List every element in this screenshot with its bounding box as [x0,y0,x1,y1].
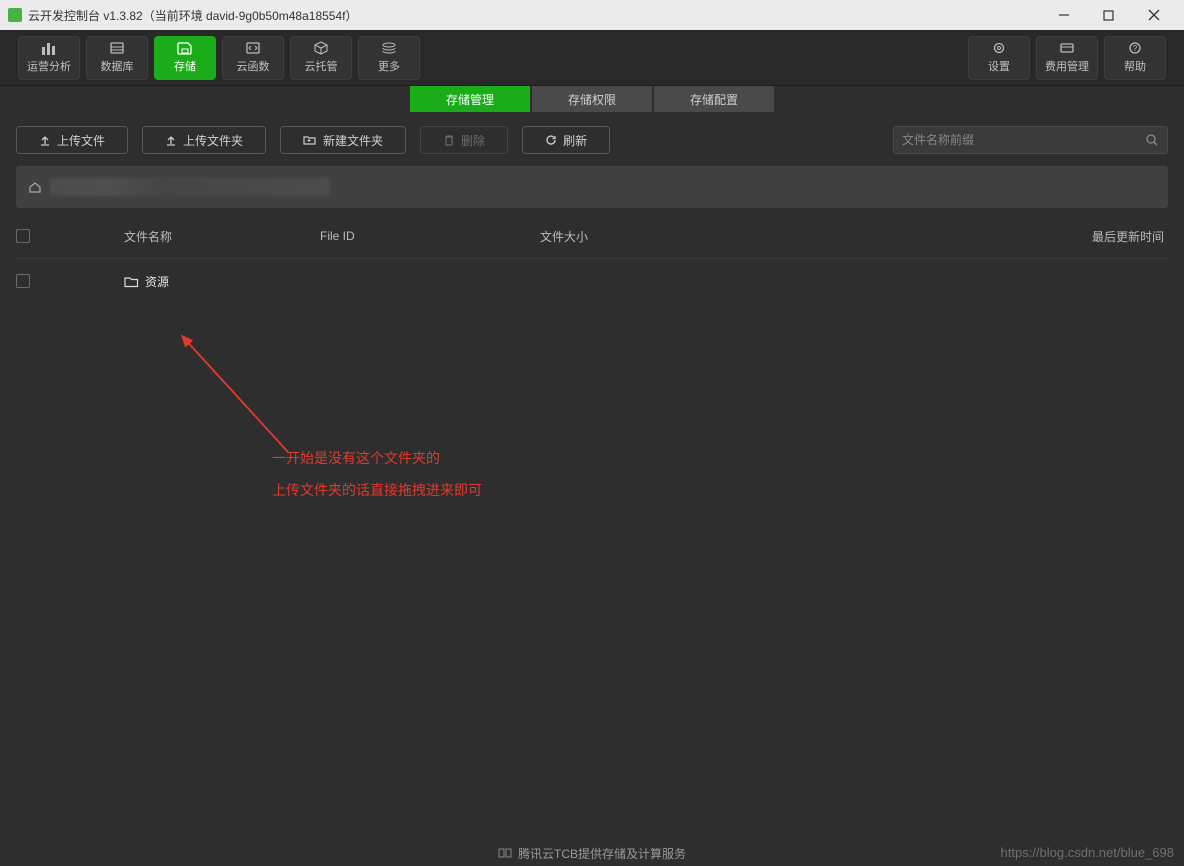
nav-more[interactable]: 更多 [358,36,420,80]
nav-analytics[interactable]: 运营分析 [18,36,80,80]
nav-billing[interactable]: 费用管理 [1036,36,1098,80]
search-input[interactable] [902,133,1145,147]
col-header-size: 文件大小 [540,228,740,245]
trash-icon [443,134,455,146]
close-button[interactable] [1131,1,1176,29]
nav-help[interactable]: ? 帮助 [1104,36,1166,80]
tencent-cloud-icon [498,846,512,860]
bar-chart-icon [41,41,57,55]
window-titlebar: 云开发控制台 v1.3.82（当前环境 david-9g0b50m48a1855… [0,0,1184,30]
maximize-button[interactable] [1086,1,1131,29]
window-title: 云开发控制台 v1.3.82（当前环境 david-9g0b50m48a1855… [28,7,357,24]
upload-icon [165,134,177,146]
help-icon: ? [1127,41,1143,55]
upload-icon [39,134,51,146]
toolbar: 上传文件 上传文件夹 新建文件夹 删除 刷新 [0,112,1184,166]
tab-storage-permission[interactable]: 存储权限 [532,86,652,112]
button-label: 刷新 [563,132,587,149]
watermark: https://blog.csdn.net/blue_698 [1001,845,1174,860]
table-row[interactable]: 资源 [0,259,1184,303]
home-icon [28,180,42,194]
nav-label: 数据库 [101,58,134,74]
app-icon [8,8,22,22]
annotation-line2: 上传文件夹的话直接拖拽进来即可 [272,480,482,500]
nav-storage[interactable]: 存储 [154,36,216,80]
database-icon [109,41,125,55]
nav-label: 费用管理 [1045,58,1089,74]
nav-label: 存储 [174,58,196,74]
stack-icon [381,41,397,55]
svg-text:?: ? [1133,44,1138,53]
nav-settings[interactable]: 设置 [968,36,1030,80]
col-header-fileid: File ID [320,229,540,243]
app-body: 运营分析 数据库 存储 云函数 [0,30,1184,866]
nav-database[interactable]: 数据库 [86,36,148,80]
select-all-checkbox[interactable] [16,229,30,243]
breadcrumb-path-blurred [50,178,330,196]
code-brackets-icon [245,41,261,55]
upload-folder-button[interactable]: 上传文件夹 [142,126,266,154]
upload-file-button[interactable]: 上传文件 [16,126,128,154]
nav-right-group: 设置 费用管理 ? 帮助 [968,36,1166,80]
annotation-line1: 一开始是没有这个文件夹的 [272,448,440,468]
breadcrumb-bar[interactable] [16,166,1168,208]
nav-label: 帮助 [1124,58,1146,74]
row-checkbox[interactable] [16,274,30,288]
button-label: 上传文件夹 [183,132,243,149]
button-label: 删除 [461,132,485,149]
subtabs: 存储管理 存储权限 存储配置 [0,86,1184,112]
folder-icon [124,275,139,288]
tab-storage-config[interactable]: 存储配置 [654,86,774,112]
cube-icon [313,41,329,55]
nav-label: 更多 [378,58,400,74]
col-header-updated: 最后更新时间 [740,228,1168,245]
button-label: 上传文件 [57,132,105,149]
folder-plus-icon [303,134,317,146]
nav-label: 设置 [988,58,1010,74]
delete-button: 删除 [420,126,508,154]
button-label: 新建文件夹 [323,132,383,149]
gear-icon [991,41,1007,55]
table-header: 文件名称 File ID 文件大小 最后更新时间 [0,214,1184,258]
refresh-icon [545,134,557,146]
nav-functions[interactable]: 云函数 [222,36,284,80]
search-box[interactable] [893,126,1168,154]
save-icon [177,41,193,55]
row-name: 资源 [145,273,169,290]
nav-label: 运营分析 [27,58,71,74]
tab-storage-manage[interactable]: 存储管理 [410,86,530,112]
nav-hosting[interactable]: 云托管 [290,36,352,80]
top-nav: 运营分析 数据库 存储 云函数 [0,30,1184,86]
search-icon[interactable] [1145,133,1159,147]
nav-label: 云托管 [305,58,338,74]
nav-left-group: 运营分析 数据库 存储 云函数 [18,36,420,80]
card-icon [1059,41,1075,55]
minimize-button[interactable] [1041,1,1086,29]
footer-text: 腾讯云TCB提供存储及计算服务 [518,845,686,862]
refresh-button[interactable]: 刷新 [522,126,610,154]
new-folder-button[interactable]: 新建文件夹 [280,126,406,154]
col-header-name: 文件名称 [60,228,320,245]
nav-label: 云函数 [237,58,270,74]
